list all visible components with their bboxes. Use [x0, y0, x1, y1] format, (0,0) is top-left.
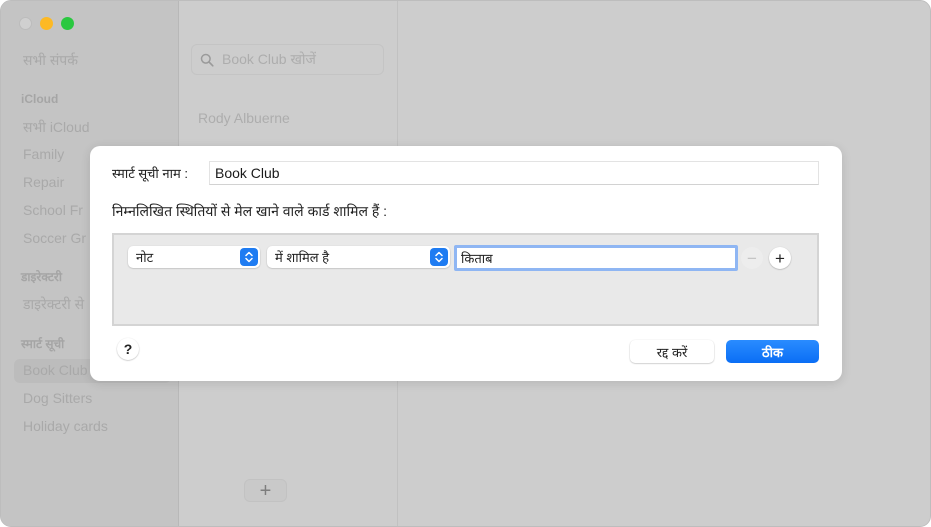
minimize-window-button[interactable] — [40, 17, 53, 30]
cancel-button[interactable]: रद्द करें — [630, 340, 714, 363]
operator-popup-value: में शामिल है — [275, 250, 330, 265]
minus-icon: − — [747, 248, 757, 268]
smart-list-name-label: स्मार्ट सूची नाम : — [112, 166, 188, 181]
remove-rule-button[interactable]: − — [741, 247, 763, 269]
add-contact-button[interactable]: + — [244, 479, 287, 502]
field-popup[interactable]: नोट — [128, 246, 260, 268]
question-mark-icon: ? — [123, 341, 133, 357]
up-down-chevron-icon — [240, 248, 258, 266]
search-placeholder: Book Club खोजें — [222, 51, 316, 67]
sidebar-item-directory[interactable]: डाइरेक्टरी से — [23, 295, 84, 314]
close-window-button[interactable] — [19, 17, 32, 30]
plus-icon: + — [259, 479, 272, 502]
sidebar-item-all-contacts[interactable]: सभी संपर्क — [23, 51, 78, 70]
add-rule-button[interactable]: + — [769, 247, 791, 269]
sidebar-section-icloud: iCloud — [21, 92, 59, 106]
sidebar-item-soccer-group[interactable]: Soccer Gr — [23, 230, 86, 246]
plus-icon: + — [775, 248, 785, 268]
sidebar-item-holiday-cards[interactable]: Holiday cards — [23, 418, 108, 434]
smart-list-name-input[interactable] — [209, 161, 819, 185]
sidebar-item-repair[interactable]: Repair — [23, 174, 64, 190]
operator-popup[interactable]: में शामिल है — [267, 246, 450, 268]
sidebar-item-dog-sitters[interactable]: Dog Sitters — [23, 390, 92, 406]
rule-value-input[interactable] — [454, 245, 738, 271]
ok-button[interactable]: ठीक — [726, 340, 819, 363]
maximize-window-button[interactable] — [61, 17, 74, 30]
field-popup-value: नोट — [136, 250, 154, 265]
sidebar-section-smart-lists: स्मार्ट सूची — [21, 337, 65, 351]
rules-container: नोट में शामिल है किताब − + — [112, 233, 819, 326]
search-field[interactable]: Book Club खोजें — [191, 44, 384, 75]
sidebar-item-family[interactable]: Family — [23, 146, 64, 162]
smart-list-dialog: स्मार्ट सूची नाम : निम्नलिखित स्थितियों … — [90, 146, 842, 381]
contacts-window: सभी संपर्क iCloud सभी iCloud Family Repa… — [0, 0, 931, 527]
help-button[interactable]: ? — [117, 338, 139, 360]
sidebar-item-school-friends[interactable]: School Fr — [23, 202, 83, 218]
search-icon — [200, 53, 214, 67]
sidebar-section-directory: डाइरेक्टरी — [21, 270, 62, 284]
contact-list-item[interactable]: Rody Albuerne — [198, 110, 290, 126]
conditions-label: निम्नलिखित स्थितियों से मेल खाने वाले का… — [112, 203, 388, 219]
sidebar-item-all-icloud[interactable]: सभी iCloud — [23, 118, 90, 137]
sidebar-item-book-club[interactable]: Book Club — [23, 362, 88, 378]
up-down-chevron-icon — [430, 248, 448, 266]
traffic-lights — [19, 17, 74, 30]
